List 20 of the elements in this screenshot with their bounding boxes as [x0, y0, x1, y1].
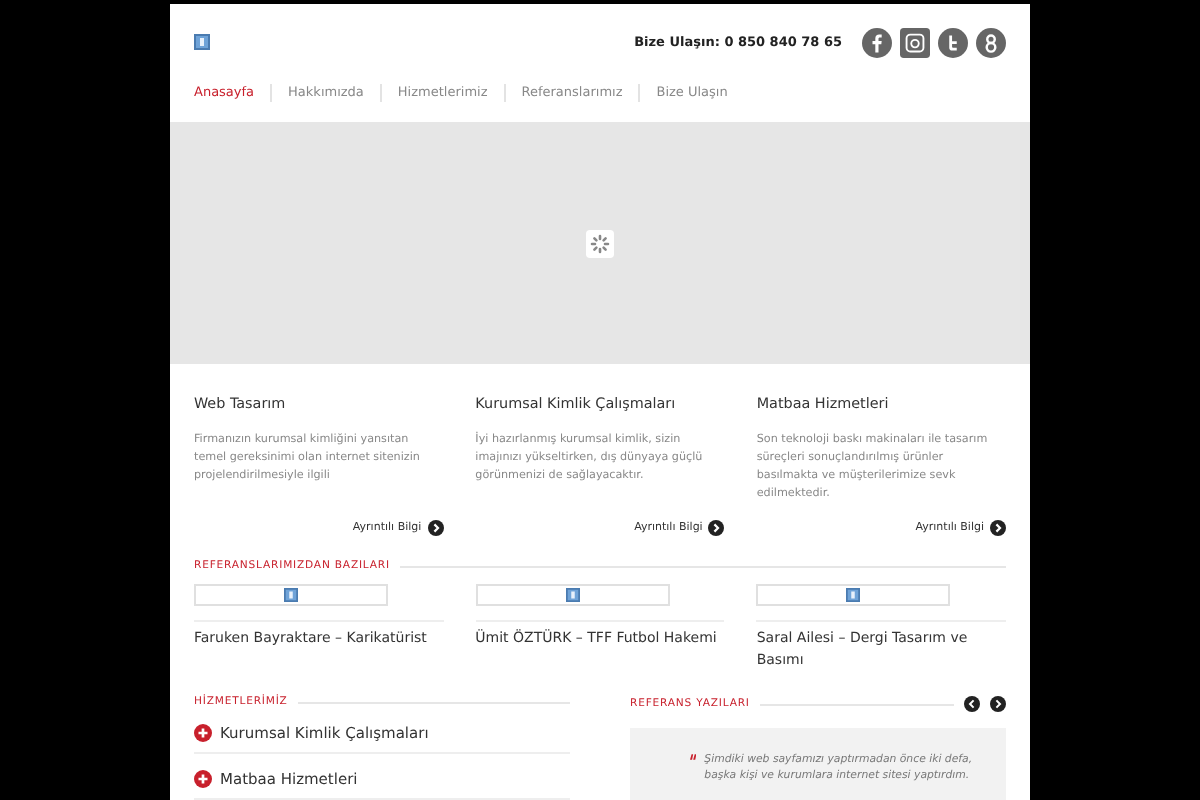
previous-icon[interactable]	[964, 696, 980, 712]
reference-thumbnail[interactable]	[475, 584, 670, 606]
reference-thumbnail[interactable]	[756, 584, 951, 606]
arrow-right-icon[interactable]	[990, 520, 1007, 536]
arrow-right-icon[interactable]	[427, 520, 444, 536]
broken-image-icon	[284, 588, 298, 602]
next-icon[interactable]	[990, 696, 1006, 712]
reference-thumbnail[interactable]	[194, 584, 388, 606]
arrow-right-icon[interactable]	[708, 520, 725, 536]
facebook-icon[interactable]	[862, 27, 892, 57]
plus-icon	[194, 724, 212, 742]
broken-image-icon	[565, 588, 580, 602]
twitter-icon[interactable]	[938, 27, 968, 57]
broken-image-icon	[846, 588, 861, 602]
loading-spinner-icon	[586, 229, 614, 257]
camera-icon[interactable]	[900, 27, 930, 57]
google-plus-icon[interactable]	[976, 27, 1006, 57]
quote-icon	[690, 752, 697, 762]
plus-icon	[194, 770, 212, 788]
broken-image-icon	[194, 34, 210, 50]
